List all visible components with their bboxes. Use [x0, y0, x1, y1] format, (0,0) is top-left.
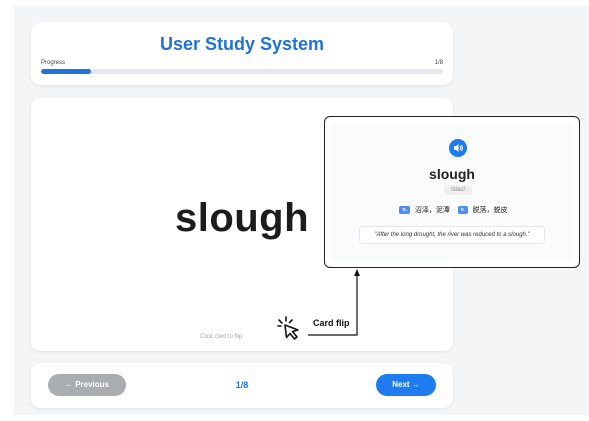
header-card: User Study System Progress 1/8: [31, 22, 453, 85]
definition-noun: 沼泽，泥潭: [414, 207, 450, 214]
example-sentence: "After the long drought, the river was r…: [359, 226, 545, 244]
progress-count: 1/8: [434, 60, 443, 66]
page-title: User Study System: [159, 34, 325, 54]
phonetic-badge: /slaʊ/: [444, 185, 472, 195]
flip-annotation-arrow: [308, 269, 360, 336]
flipped-card-content: slough /slaʊ/ n. 沼泽，泥潭 v. 脱落，蜕皮 "After t…: [331, 123, 573, 261]
progress-label: Progress: [41, 60, 66, 66]
progress-bar-fill: [41, 69, 92, 74]
next-button[interactable]: Next →: [376, 374, 436, 396]
flipped-card-popup[interactable]: slough /slaʊ/ n. 沼泽，泥潭 v. 脱落，蜕皮 "After t…: [324, 116, 580, 268]
navigation-bar: ← Previous 1/8 Next →: [31, 363, 453, 408]
definition-verb: 脱落，蜕皮: [472, 207, 508, 214]
pos-tag-verb: v.: [457, 206, 468, 215]
cursor-click-icon: [277, 316, 299, 340]
click-to-flip-hint: Click card to flip: [200, 334, 243, 340]
speaker-icon: [454, 144, 463, 152]
pronunciation-audio-button[interactable]: [449, 139, 467, 157]
popup-word: slough: [429, 166, 475, 182]
pos-tag-noun: n.: [399, 206, 410, 215]
card-flip-label: Card flip: [313, 318, 350, 328]
progress-bar: [41, 69, 443, 74]
definitions: n. 沼泽，泥潭 v. 脱落，蜕皮: [331, 205, 573, 215]
